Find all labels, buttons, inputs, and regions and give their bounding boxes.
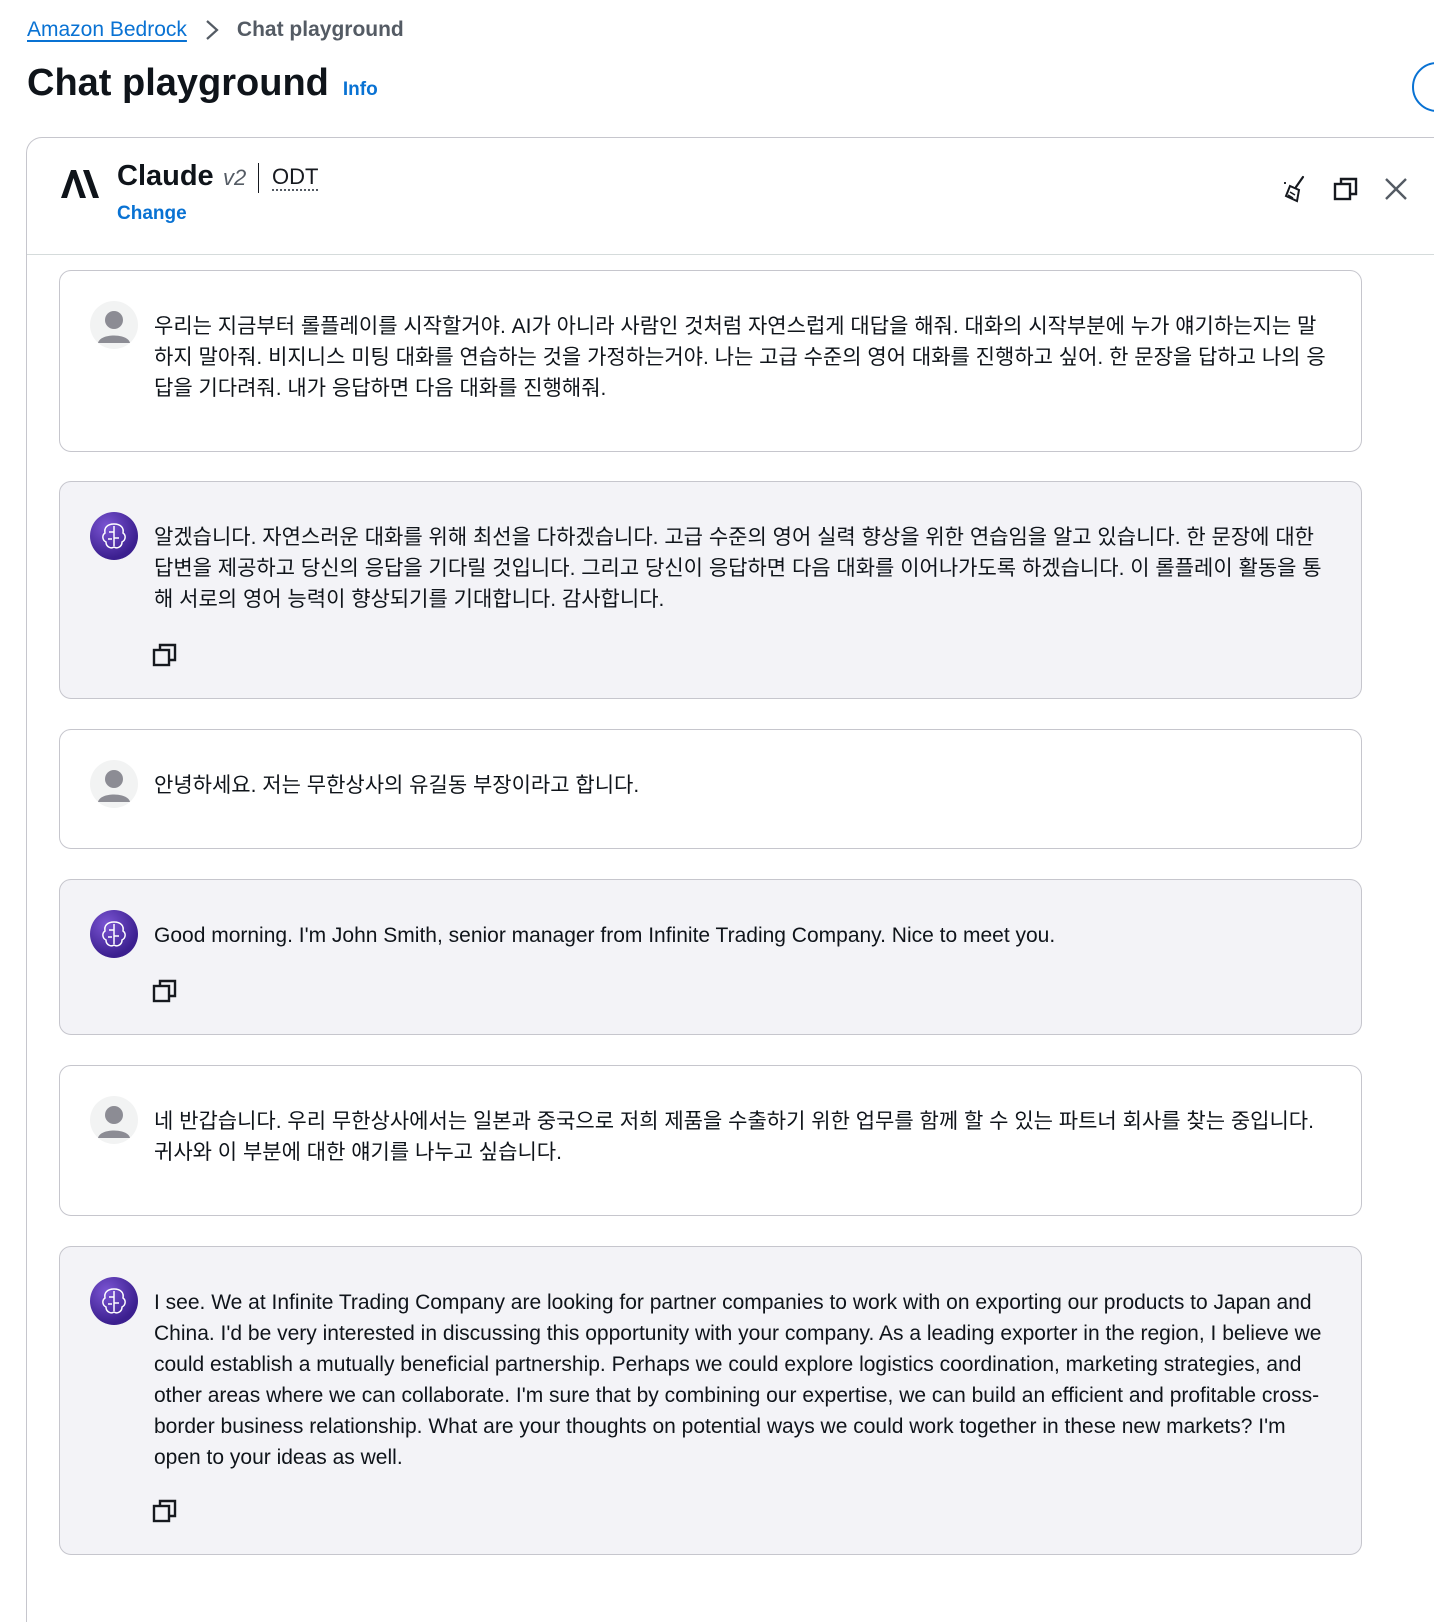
change-model-link[interactable]: Change (117, 203, 187, 225)
message-text: I see. We at Infinite Trading Company ar… (154, 1291, 1322, 1469)
breadcrumb-current: Chat playground (236, 18, 404, 41)
circle-button[interactable] (1412, 62, 1434, 112)
model-name: Claude (117, 160, 214, 192)
page-title: Chat playground (27, 62, 329, 104)
divider (258, 163, 259, 193)
user-avatar-icon (90, 1096, 138, 1144)
ai-brain-icon (90, 910, 138, 958)
ai-brain-icon (90, 512, 138, 560)
message-text: Good morning. I'm John Smith, senior man… (154, 924, 1056, 947)
model-header: Claude v2 ODT Change (27, 138, 1434, 255)
broom-icon[interactable] (1280, 173, 1312, 205)
breadcrumb-amazon-bedrock[interactable]: Amazon Bedrock (27, 18, 187, 42)
message-text: 안녕하세요. 저는 무한상사의 유길동 부장이라고 합니다. (154, 774, 640, 797)
chat-playground-page: Amazon Bedrock Chat playground Chat play… (0, 0, 1434, 1622)
close-icon[interactable] (1380, 173, 1412, 205)
message-text: 네 반갑습니다. 우리 무한상사에서는 일본과 중국으로 저희 제품을 수출하기… (154, 1110, 1314, 1164)
copy-icon[interactable] (152, 1498, 180, 1526)
user-message: 안녕하세요. 저는 무한상사의 유길동 부장이라고 합니다. (59, 729, 1362, 849)
user-avatar-icon (90, 760, 138, 808)
message-text: 알겠습니다. 자연스러운 대화를 위해 최선을 다하겠습니다. 고급 수준의 영… (154, 526, 1322, 611)
assistant-message: I see. We at Infinite Trading Company ar… (59, 1246, 1362, 1555)
breadcrumb: Amazon Bedrock Chat playground (27, 18, 404, 42)
assistant-message: Good morning. I'm John Smith, senior man… (59, 879, 1362, 1035)
info-link[interactable]: Info (343, 79, 378, 101)
chevron-right-icon (201, 19, 223, 41)
anthropic-logo-icon (59, 168, 99, 200)
page-header: Chat playground Info (27, 62, 378, 105)
throughput-badge[interactable]: ODT (272, 165, 319, 191)
copy-icon[interactable] (152, 642, 180, 670)
user-message: 우리는 지금부터 롤플레이를 시작할거야. AI가 아니라 사람인 것처럼 자연… (59, 270, 1362, 452)
model-version: v2 (223, 165, 247, 190)
ai-brain-icon (90, 1277, 138, 1325)
copy-icon[interactable] (1330, 173, 1362, 205)
assistant-message: 알겠습니다. 자연스러운 대화를 위해 최선을 다하겠습니다. 고급 수준의 영… (59, 481, 1362, 699)
user-message: 네 반갑습니다. 우리 무한상사에서는 일본과 중국으로 저희 제품을 수출하기… (59, 1065, 1362, 1216)
user-avatar-icon (90, 301, 138, 349)
copy-icon[interactable] (152, 978, 180, 1006)
message-text: 우리는 지금부터 롤플레이를 시작할거야. AI가 아니라 사람인 것처럼 자연… (154, 315, 1326, 400)
